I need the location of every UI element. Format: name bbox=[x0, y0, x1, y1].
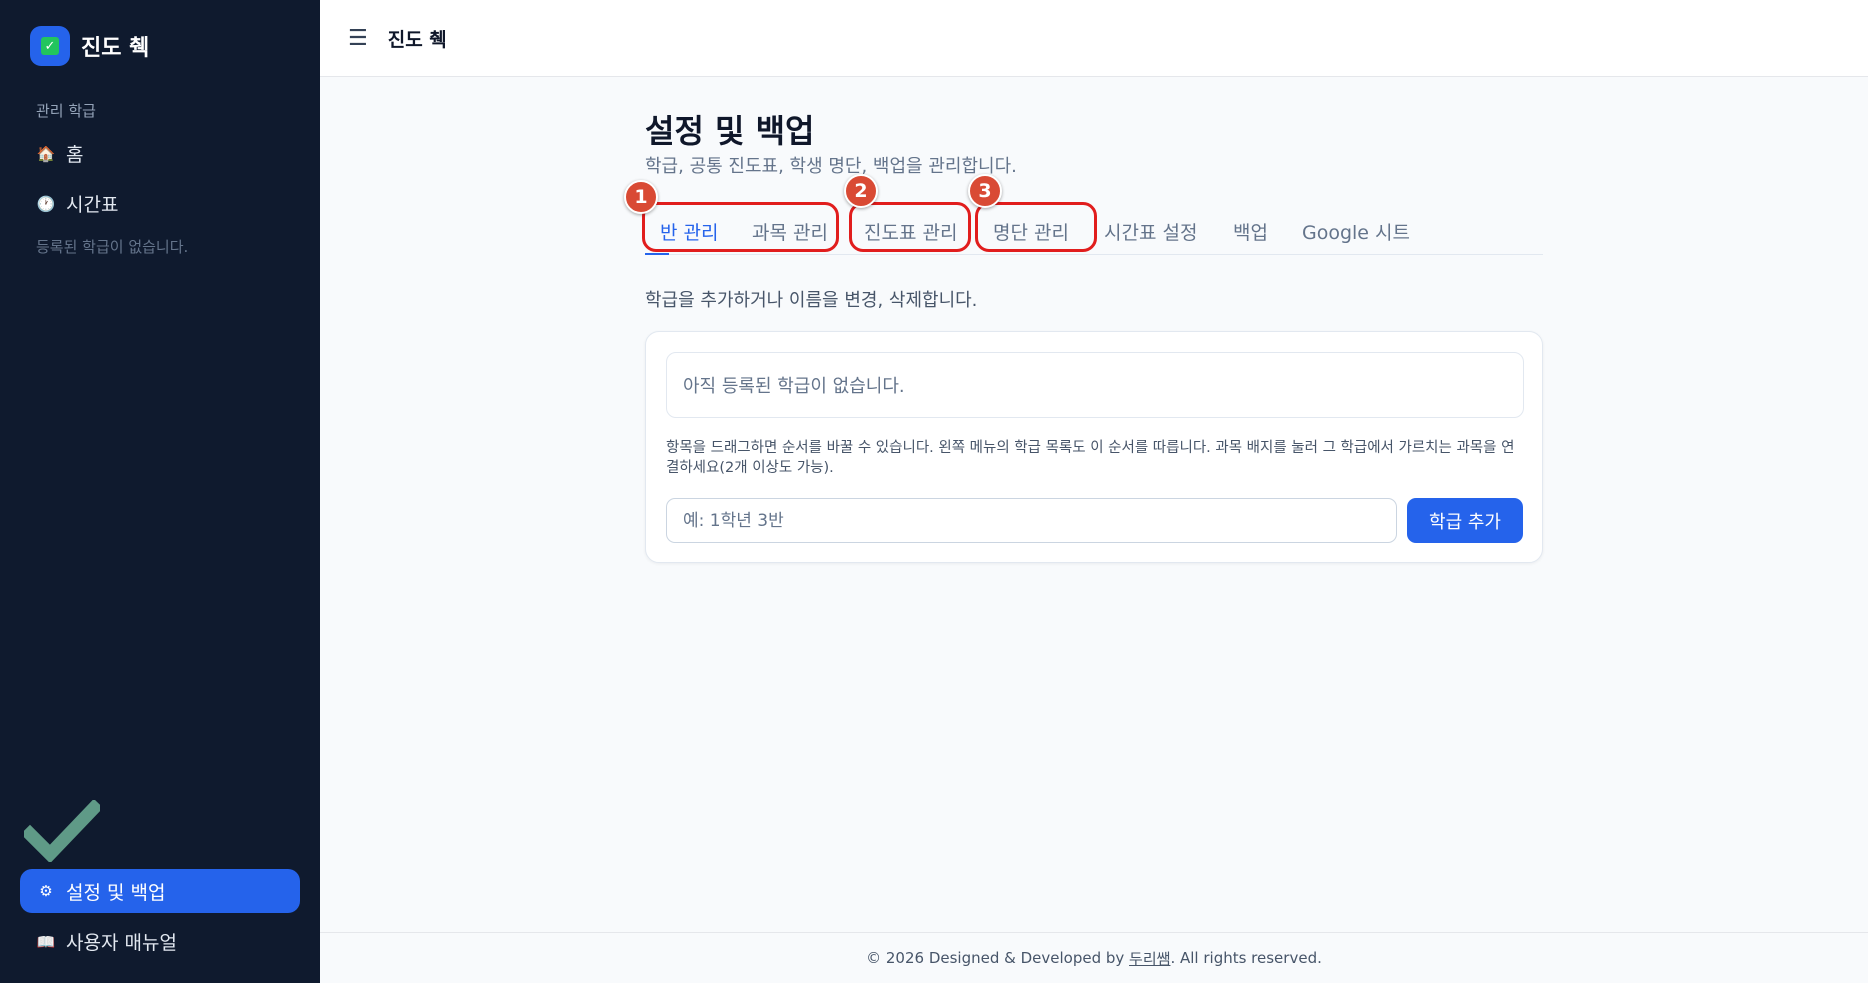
clock-icon: 🕐 bbox=[36, 194, 56, 213]
tab-google-sheets[interactable]: Google 시트 bbox=[1302, 218, 1410, 245]
gear-icon: ⚙ bbox=[39, 882, 53, 900]
active-tab-underline bbox=[645, 253, 669, 255]
annotation-badge-3: 3 bbox=[968, 174, 1002, 208]
footer: © 2026 Designed & Developed by 두리쌤 . All… bbox=[320, 932, 1868, 983]
add-class-button[interactable]: 학급 추가 bbox=[1407, 498, 1523, 543]
top-bar: ☰ 진도 췍 bbox=[320, 0, 1868, 77]
sidebar-item-timetable[interactable]: 🕐 시간표 bbox=[36, 190, 119, 217]
annotation-badge-2: 2 bbox=[844, 174, 878, 208]
sidebar-empty-text: 등록된 학급이 없습니다. bbox=[36, 238, 189, 256]
author-link[interactable]: 두리쌤 bbox=[1129, 948, 1170, 969]
app-name: 진도 췍 bbox=[81, 36, 150, 61]
footer-prefix: © 2026 Designed & Developed by bbox=[866, 949, 1130, 967]
annotation-badge-1: 1 bbox=[624, 180, 658, 214]
page-description: 학급, 공통 진도표, 학생 명단, 백업을 관리합니다. bbox=[645, 156, 1017, 177]
footer-suffix: . All rights reserved. bbox=[1170, 949, 1322, 967]
class-management-card: 아직 등록된 학급이 없습니다. 항목을 드래그하면 순서를 바꿀 수 있습니다… bbox=[645, 331, 1543, 563]
sidebar-item-home[interactable]: 🏠 홈 bbox=[36, 140, 84, 167]
top-bar-title: 진도 췍 bbox=[387, 28, 447, 51]
sidebar-item-manual[interactable]: 📖 사용자 매뉴얼 bbox=[36, 928, 177, 955]
highlight-box-2 bbox=[849, 202, 971, 252]
sidebar-item-label: 시간표 bbox=[66, 194, 119, 216]
brand[interactable]: ✓ 진도 췍 bbox=[30, 26, 149, 66]
page-title: 설정 및 백업 bbox=[645, 112, 815, 150]
tab-backup[interactable]: 백업 bbox=[1233, 218, 1268, 245]
sidebar-item-settings[interactable]: ⚙ 설정 및 백업 bbox=[20, 869, 300, 913]
class-list-empty: 아직 등록된 학급이 없습니다. bbox=[666, 352, 1524, 418]
sidebar: ✓ 진도 췍 관리 학급 🏠 홈 🕐 시간표 등록된 학급이 없습니다. ⚙ 설… bbox=[0, 0, 320, 983]
sidebar-section-label: 관리 학급 bbox=[36, 102, 96, 120]
app-logo-icon: ✓ bbox=[30, 26, 70, 66]
book-icon: 📖 bbox=[36, 932, 56, 951]
house-icon: 🏠 bbox=[36, 144, 56, 163]
sidebar-item-label: 사용자 매뉴얼 bbox=[66, 932, 177, 954]
drag-hint-text: 항목을 드래그하면 순서를 바꿀 수 있습니다. 왼쪽 메뉴의 학급 목록도 이… bbox=[666, 440, 1515, 476]
section-description: 학급을 추가하거나 이름을 변경, 삭제합니다. bbox=[645, 290, 978, 311]
menu-icon[interactable]: ☰ bbox=[348, 26, 368, 51]
sidebar-item-label: 홈 bbox=[66, 144, 84, 166]
sidebar-item-label: 설정 및 백업 bbox=[66, 881, 166, 904]
checkmark-icon bbox=[24, 800, 100, 862]
class-name-input[interactable] bbox=[666, 498, 1397, 543]
highlight-box-1 bbox=[642, 202, 839, 252]
highlight-box-3 bbox=[975, 202, 1097, 252]
tab-timetable-settings[interactable]: 시간표 설정 bbox=[1104, 218, 1197, 245]
